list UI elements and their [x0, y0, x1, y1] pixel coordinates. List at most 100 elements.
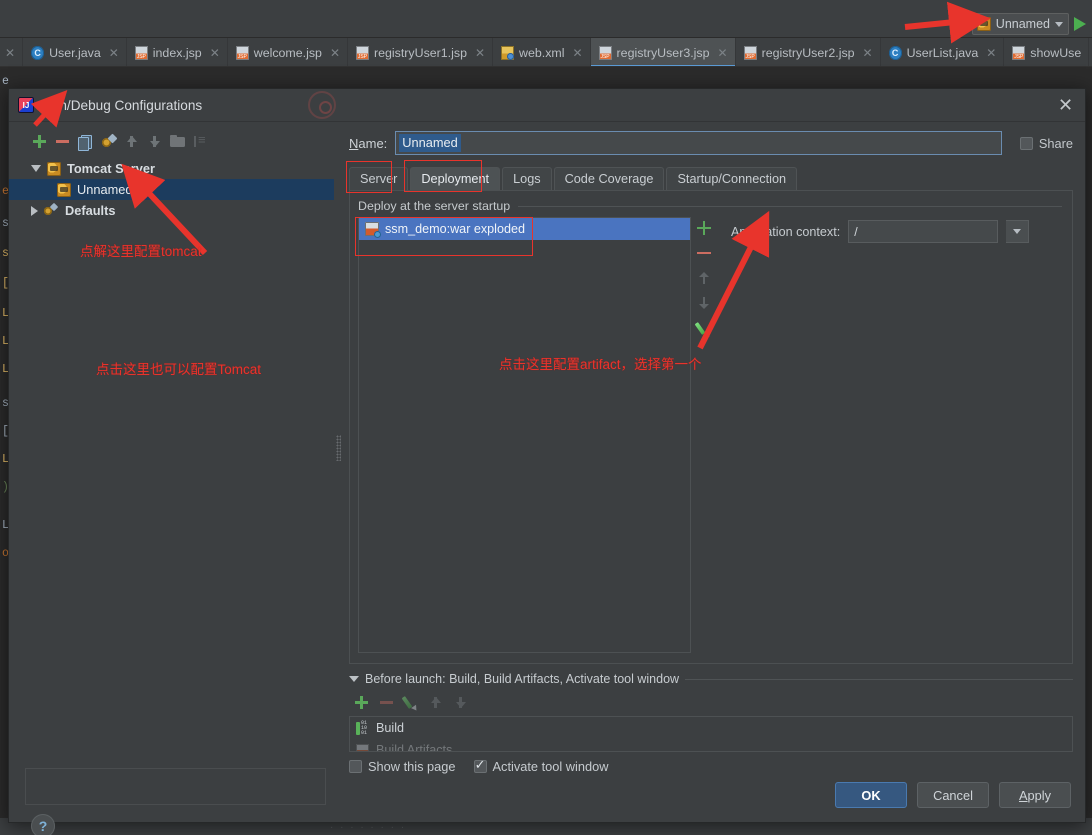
java-file-icon	[888, 45, 902, 60]
jsp-file-icon	[235, 45, 249, 60]
editor-tab-registryuser2-jsp[interactable]: registryUser2.jsp ✕	[736, 38, 881, 66]
move-up-icon[interactable]	[427, 694, 444, 711]
checkbox-box[interactable]	[1019, 136, 1033, 150]
remove-task-icon[interactable]	[378, 694, 395, 711]
run-configuration-widget[interactable]: ↓ 01 10 01 Unnamed	[949, 13, 1086, 35]
chevron-right-icon[interactable]	[31, 205, 38, 216]
apply-button[interactable]: Apply	[999, 782, 1071, 808]
tab-deployment[interactable]: Deployment	[410, 167, 501, 191]
checkbox-box[interactable]	[473, 757, 487, 773]
move-down-icon[interactable]	[146, 133, 163, 150]
editor-tab-strip[interactable]: ✕ User.java✕index.jsp✕welcome.jsp✕regist…	[0, 38, 1092, 67]
close-icon[interactable]: ✕	[5, 46, 15, 60]
tomcat-icon	[976, 17, 991, 31]
build-project-icon[interactable]: ↓ 01 10 01	[949, 15, 967, 33]
screen-root: ↓011001 Unnamed ✕ User.java✕index.jsp✕we…	[0, 0, 1092, 835]
move-up-icon[interactable]	[696, 270, 712, 286]
editor-tab-label: index.jsp	[152, 45, 202, 60]
apply-label-rest: pply	[1027, 787, 1052, 803]
edit-artifact-icon[interactable]	[696, 320, 712, 336]
sort-configurations-icon[interactable]	[192, 132, 209, 150]
tab-server[interactable]: Server	[349, 167, 409, 191]
close-icon[interactable]: ✕	[986, 46, 996, 60]
annotation-tomcat-tree: 点解这里配置tomcat	[80, 244, 202, 259]
save-configuration-icon[interactable]	[100, 133, 117, 150]
editor-tab-web-xml[interactable]: web.xml ✕	[493, 38, 591, 66]
close-icon[interactable]: ✕	[210, 46, 220, 60]
deployment-artifacts-list[interactable]: ssm_demo:war exploded	[358, 217, 691, 653]
tree-node-label: Defaults	[65, 203, 116, 218]
remove-configuration-icon[interactable]	[54, 133, 71, 150]
chevron-down-icon[interactable]	[349, 676, 359, 682]
name-input[interactable]: Unnamed	[395, 131, 1002, 155]
list-item[interactable]: Build Artifacts	[350, 739, 1072, 751]
edit-task-icon[interactable]	[403, 694, 419, 710]
before-launch-toolbar[interactable]	[353, 690, 1073, 714]
list-item[interactable]: Build	[350, 717, 1072, 739]
new-folder-icon[interactable]	[169, 133, 186, 150]
editor-tab-label: web.xml	[519, 45, 565, 60]
share-label: Share	[1038, 135, 1073, 151]
close-icon[interactable]: ✕	[475, 46, 485, 60]
editor-tab-userlist-java[interactable]: UserList.java ✕	[881, 38, 1005, 66]
annotation-artifact: 点击这里配置artifact，选择第一个	[499, 357, 702, 372]
tab-code-coverage[interactable]: Code Coverage	[553, 167, 665, 191]
editor-tab-showuse[interactable]: showUse	[1004, 38, 1090, 66]
close-icon[interactable]: ✕	[1056, 96, 1075, 115]
tree-node-unnamed[interactable]: Unnamed	[9, 179, 334, 200]
configuration-tabs[interactable]: Server Deployment Logs Code Coverage Sta…	[349, 164, 1073, 191]
editor-tab-user-java[interactable]: User.java ✕	[23, 38, 127, 66]
checkbox-box[interactable]	[349, 760, 362, 773]
tab-startup-connection[interactable]: Startup/Connection	[666, 167, 798, 191]
close-icon[interactable]: ✕	[572, 46, 582, 60]
before-launch-header[interactable]: Before launch: Build, Build Artifacts, A…	[349, 672, 1073, 686]
move-down-icon[interactable]	[452, 694, 469, 711]
ok-button[interactable]: OK	[835, 782, 907, 808]
tree-node-tomcat-server[interactable]: Tomcat Server	[9, 158, 334, 179]
list-item[interactable]: ssm_demo:war exploded	[359, 218, 690, 240]
name-input-value: Unnamed	[399, 134, 461, 152]
close-icon[interactable]: ✕	[109, 46, 119, 60]
before-launch-options: Show this page Activate tool window	[349, 757, 1073, 774]
configurations-tree[interactable]: Tomcat Server Unnamed Defaults	[9, 158, 334, 221]
remove-artifact-icon[interactable]	[696, 245, 712, 261]
before-launch-task-list[interactable]: Build Build Artifacts	[349, 716, 1073, 752]
activate-tool-window-checkbox[interactable]: Activate tool window	[473, 757, 608, 774]
application-context-input[interactable]: /	[848, 220, 999, 243]
deployment-side-toolbar[interactable]	[691, 217, 717, 653]
application-context-dropdown[interactable]	[1006, 220, 1030, 243]
add-configuration-icon[interactable]	[31, 133, 48, 150]
copy-configuration-icon[interactable]	[77, 133, 94, 151]
jsp-file-icon	[1012, 45, 1026, 60]
add-artifact-icon[interactable]	[696, 220, 712, 236]
panel-splitter[interactable]	[334, 122, 343, 774]
editor-tab-welcome-jsp[interactable]: welcome.jsp ✕	[228, 38, 348, 66]
editor-tab-label: registryUser2.jsp	[761, 45, 855, 60]
chevron-down-icon[interactable]	[1055, 21, 1063, 27]
editor-tab-partial[interactable]: ✕	[0, 38, 24, 66]
close-icon[interactable]: ✕	[330, 46, 340, 60]
tab-logs[interactable]: Logs	[502, 167, 552, 191]
editor-tab-index-jsp[interactable]: index.jsp ✕	[127, 38, 228, 66]
before-launch-section: Before launch: Build, Build Artifacts, A…	[349, 672, 1073, 774]
help-button[interactable]: ?	[31, 814, 55, 835]
editor-tab-registryuser3-jsp[interactable]: registryUser3.jsp ✕	[590, 38, 736, 66]
run-button-icon[interactable]	[1074, 17, 1086, 31]
tree-toolbar[interactable]	[9, 128, 334, 154]
jsp-file-icon	[134, 45, 148, 60]
intellij-logo-icon	[18, 97, 34, 113]
tree-node-defaults[interactable]: Defaults	[9, 200, 334, 221]
move-down-icon[interactable]	[696, 295, 712, 311]
editor-tab-registryuser1-jsp[interactable]: registryUser1.jsp ✕	[348, 38, 494, 66]
close-icon[interactable]: ✕	[718, 46, 728, 60]
cancel-button[interactable]: Cancel	[917, 782, 989, 808]
share-checkbox[interactable]: Share	[1019, 135, 1073, 151]
chevron-down-icon[interactable]	[31, 165, 41, 172]
add-task-icon[interactable]	[353, 694, 370, 711]
show-this-page-checkbox[interactable]: Show this page	[349, 759, 456, 774]
move-up-icon[interactable]	[123, 133, 140, 150]
run-config-selector[interactable]: Unnamed	[971, 13, 1069, 35]
close-icon[interactable]: ✕	[863, 46, 873, 60]
run-debug-configurations-dialog: Run/Debug Configurations ✕	[8, 88, 1086, 835]
configuration-editor-panel: Name: Unnamed Share Server Deployment Lo…	[343, 122, 1085, 774]
